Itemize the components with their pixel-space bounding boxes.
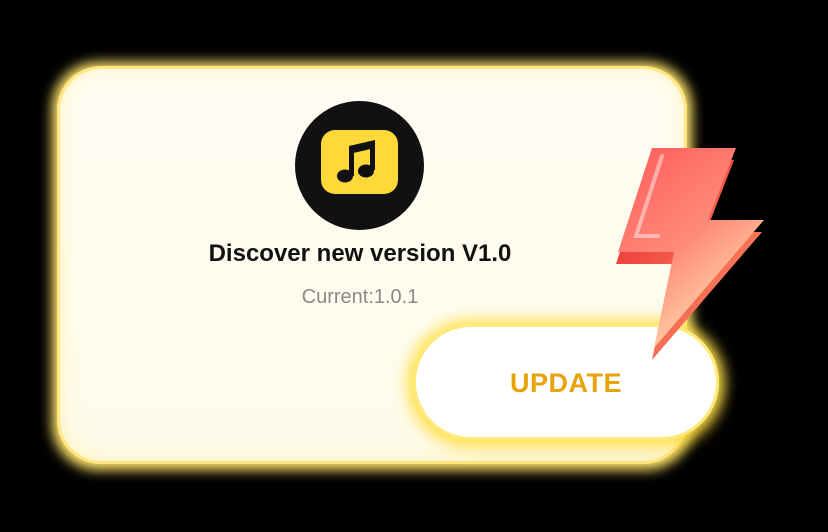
lightning-bolt-icon [616, 148, 764, 360]
dialog-title: Discover new version V1.0 [208, 240, 512, 267]
app-icon-plate [321, 130, 398, 194]
current-version-text: Current:1.0.1 [301, 286, 419, 308]
update-button-label: UPDATE [509, 368, 622, 398]
app-icon [295, 101, 424, 230]
music-note-icon [337, 140, 375, 183]
update-dialog-stage: Discover new version V1.0 Current:1.0.1 … [0, 0, 828, 532]
